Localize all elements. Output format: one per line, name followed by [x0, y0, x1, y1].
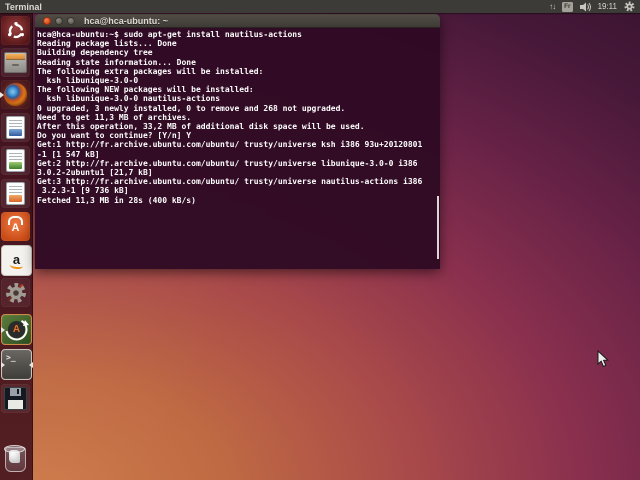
terminal-line: 0 upgraded, 3 newly installed, 0 to remo…: [37, 103, 346, 113]
terminal-line: Get:1 http://fr.archive.ubuntu.com/ubunt…: [37, 140, 423, 150]
terminal-line: 3.2.3-1 [9 736 kB]: [37, 186, 129, 196]
launcher-item-firefox[interactable]: [0, 80, 30, 109]
terminal-line: Building dependency tree: [37, 48, 153, 58]
launcher-item-system-settings[interactable]: [1, 278, 30, 307]
launcher-item-software-center[interactable]: A: [1, 212, 30, 241]
software-center-letter: A: [11, 222, 20, 234]
terminal-line: -1 [1 547 kB]: [37, 149, 100, 159]
launcher-item-libreoffice-impress[interactable]: [1, 179, 30, 208]
terminal-line: ksh libunique-3.0-0: [37, 76, 139, 86]
panel-clock[interactable]: 19:11: [598, 2, 617, 11]
firefox-icon: [4, 83, 27, 106]
launcher: A a A >_: [0, 13, 33, 480]
terminal-titlebar[interactable]: hca@hca-ubuntu: ~: [35, 14, 440, 28]
trash-bin-icon: [4, 445, 26, 472]
terminal-line: The following extra packages will be ins…: [37, 66, 264, 76]
launcher-item-libreoffice-calc[interactable]: [1, 146, 30, 175]
impress-presentation-icon: [6, 182, 25, 205]
gear-icon: [5, 282, 26, 303]
terminal-prompt-icon: >_: [6, 353, 16, 362]
terminal-line: hca@hca-ubuntu:~$ sudo apt-get install n…: [37, 30, 302, 39]
panel-active-app-title: Terminal: [5, 1, 42, 12]
keyboard-layout-indicator[interactable]: Fr: [562, 1, 573, 12]
amazon-swoosh-icon: [9, 261, 24, 270]
launcher-item-trash[interactable]: [1, 445, 30, 474]
terminal-line: Get:3 http://fr.archive.ubuntu.com/ubunt…: [37, 177, 423, 187]
terminal-line: Need to get 11,3 MB of archives.: [37, 112, 192, 122]
terminal-line: Fetched 11,3 MB in 28s (400 kB/s): [37, 195, 196, 205]
launcher-item-amazon[interactable]: a: [1, 245, 32, 276]
focused-indicator: [29, 361, 33, 368]
terminal-line: Get:2 http://fr.archive.ubuntu.com/ubunt…: [37, 158, 418, 168]
launcher-item-floppy[interactable]: [1, 384, 30, 413]
terminal-scrollbar[interactable]: [437, 196, 439, 259]
panel-indicator-area: ↑↓ Fr 19:11: [549, 1, 640, 12]
file-cabinet-icon: [4, 52, 27, 73]
maximize-button[interactable]: [67, 16, 75, 25]
terminal-line: ksh libunique-3.0-0 nautilus-actions: [37, 94, 221, 104]
running-indicator: [1, 361, 5, 368]
mouse-cursor: [597, 350, 609, 368]
network-icon[interactable]: ↑↓: [549, 2, 556, 12]
session-menu-gear-icon[interactable]: [624, 1, 635, 12]
volume-icon[interactable]: [579, 2, 591, 12]
running-indicator: [0, 91, 4, 98]
ubuntu-logo-icon: [7, 21, 24, 38]
terminal-window: hca@hca-ubuntu: ~ hca@hca-ubuntu:~$ sudo…: [35, 14, 440, 269]
launcher-item-libreoffice-writer[interactable]: [1, 113, 30, 142]
terminal-line: 3.0.2-2ubuntu1 [21,7 kB]: [37, 168, 153, 178]
calc-spreadsheet-icon: [6, 149, 25, 172]
floppy-disk-icon: [4, 387, 27, 410]
updater-letter: A: [12, 324, 21, 335]
launcher-item-files[interactable]: [1, 48, 30, 77]
window-title: hca@hca-ubuntu: ~: [84, 15, 169, 26]
terminal-line: After this operation, 33,2 MB of additio…: [37, 122, 365, 132]
top-panel: Terminal ↑↓ Fr 19:11: [0, 0, 640, 13]
close-button[interactable]: [43, 16, 51, 25]
launcher-item-terminal[interactable]: >_: [1, 349, 33, 380]
minimize-button[interactable]: [55, 16, 63, 25]
launcher-item-software-updater[interactable]: A: [1, 314, 32, 345]
terminal-output[interactable]: hca@hca-ubuntu:~$ sudo apt-get install n…: [35, 28, 440, 269]
terminal-line: Reading state information... Done: [37, 57, 196, 67]
writer-document-icon: [6, 116, 25, 139]
launcher-item-dash[interactable]: [1, 16, 30, 45]
